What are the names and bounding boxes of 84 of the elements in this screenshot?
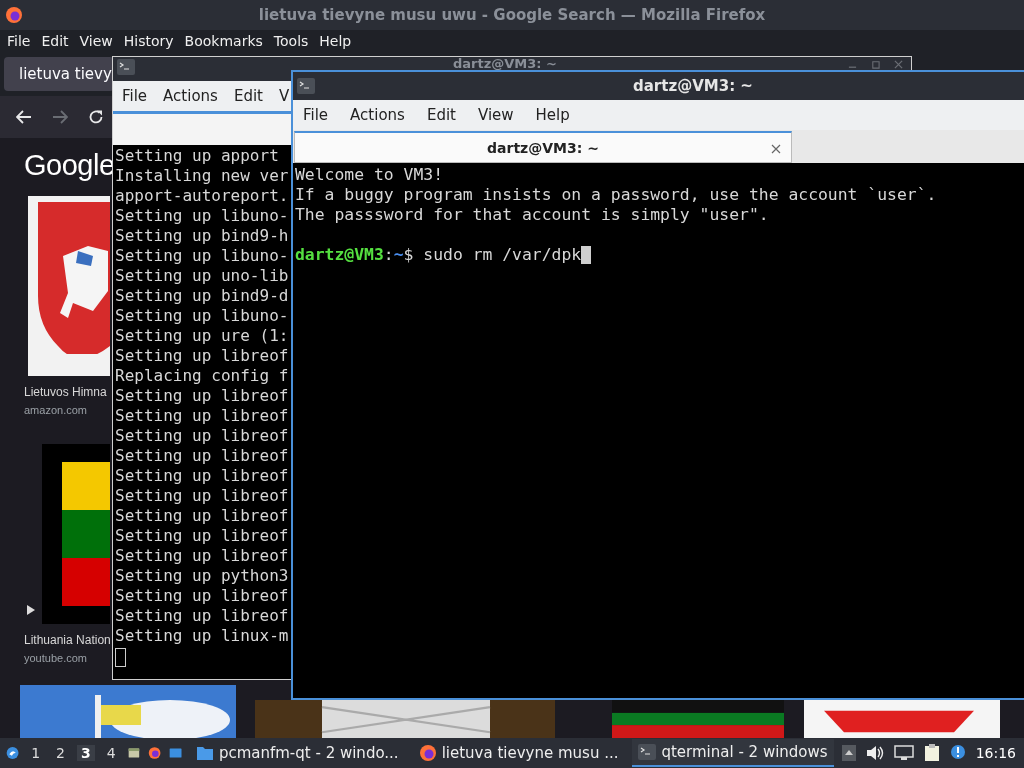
terminal-line: Setting up apport <box>115 146 279 166</box>
terminal-line: Setting up libreof <box>115 406 289 426</box>
workspace-button[interactable]: 4 <box>102 745 120 761</box>
terminal-line: Welcome to VM3! <box>295 165 444 185</box>
window-title: dartz@VM3: ~ <box>453 57 557 70</box>
prompt-user: dartz@VM3 <box>295 245 384 265</box>
terminal-line: Setting up bind9-h <box>115 226 289 246</box>
terminal-icon <box>297 78 315 94</box>
text-cursor <box>115 648 126 667</box>
terminal-line: Setting up libreof <box>115 386 289 406</box>
prompt-path: ~ <box>393 245 404 265</box>
terminal-line: Setting up ure (1: <box>115 326 289 346</box>
terminal-line: Setting up python3 <box>115 566 289 586</box>
play-icon[interactable] <box>26 604 36 616</box>
result-title[interactable]: Lietuvos Himna <box>24 385 107 399</box>
terminal-tab[interactable]: dartz@VM3: ~ <box>294 131 792 163</box>
text-cursor <box>581 246 592 264</box>
back-icon[interactable] <box>16 110 32 124</box>
firefox-icon <box>5 6 23 24</box>
taskbar-button[interactable]: pcmanfm-qt - 2 windo... <box>189 739 405 767</box>
window-title: lietuva tievyne musu uwu - Google Search — Mozilla Firefox <box>258 6 766 24</box>
menu-item[interactable]: View <box>79 33 113 49</box>
folder-icon <box>195 745 214 761</box>
menu-item[interactable]: Edit <box>426 106 456 124</box>
terminal-line: Setting up libreof <box>115 446 289 466</box>
menu-item[interactable]: Tools <box>273 33 309 49</box>
google-logo: Google <box>24 149 115 182</box>
reload-icon[interactable] <box>88 109 104 125</box>
terminal-line: Replacing config f <box>115 366 289 386</box>
terminal-line: Setting up libreof <box>115 506 289 526</box>
window-title: dartz@VM3: ~ <box>633 77 753 95</box>
terminal-line: Setting up libreof <box>115 466 289 486</box>
terminal-line: Setting up libuno- <box>115 306 289 326</box>
browser-tab[interactable]: lietuva tievy <box>4 57 114 91</box>
terminal-line: Setting up libuno- <box>115 246 289 266</box>
firefox-icon <box>418 744 437 762</box>
terminal-line: apport-autoreport. <box>115 186 289 206</box>
terminal-line: Setting up libreof <box>115 346 289 366</box>
terminal-line: Installing new ver <box>115 166 289 186</box>
clock: 16:16 <box>975 745 1016 761</box>
close-icon[interactable] <box>894 60 903 69</box>
terminal-line: Setting up uno-lib <box>115 266 289 286</box>
terminal-line: The passsword for that account is simply "user". <box>295 205 769 225</box>
terminal-line: Setting up libreof <box>115 486 289 506</box>
menu-item[interactable]: View <box>477 106 514 124</box>
notification-icon[interactable] <box>949 744 966 762</box>
menu-item[interactable]: V <box>278 87 290 105</box>
menu-item[interactable]: Bookmarks <box>184 33 263 49</box>
menu-item[interactable]: History <box>123 33 174 49</box>
menu-item[interactable]: Edit <box>41 33 69 49</box>
menu-item[interactable]: Actions <box>163 87 218 105</box>
network-icon[interactable] <box>893 745 914 761</box>
result-source: amazon.com <box>24 404 87 416</box>
terminal-line: Setting up libreof <box>115 426 289 446</box>
close-icon[interactable] <box>771 144 781 154</box>
menu-item[interactable]: File <box>122 87 148 105</box>
terminal-line: Setting up linux-m <box>115 626 289 646</box>
menu-item[interactable]: Help <box>319 33 352 49</box>
command-text: $ sudo rm /var/dpk <box>403 245 582 265</box>
result-source: youtube.com <box>24 652 87 664</box>
terminal-line: Setting up libreof <box>115 606 289 626</box>
terminal-line: If a buggy program insists on a password, use the account `user`. <box>295 185 937 205</box>
terminal-line: Setting up libreof <box>115 526 289 546</box>
clipboard-icon[interactable] <box>923 744 940 762</box>
terminal-icon <box>117 59 135 75</box>
terminal-icon <box>638 744 657 760</box>
menu-item[interactable]: File <box>303 106 329 124</box>
terminal-line: Setting up libreof <box>115 586 289 606</box>
terminal-line: Setting up libuno- <box>115 206 289 226</box>
terminal-line: Setting up libreof <box>115 546 289 566</box>
taskbar-button[interactable]: qterminal - 2 windows <box>632 739 834 767</box>
menu-item[interactable]: File <box>7 33 31 49</box>
forward-icon[interactable] <box>52 110 68 124</box>
prompt-separator: : <box>383 245 394 265</box>
volume-icon[interactable] <box>865 745 884 761</box>
menu-item[interactable]: Help <box>535 106 570 124</box>
workspace-button[interactable]: 3 <box>77 745 95 761</box>
menu-item[interactable]: Actions <box>350 106 405 124</box>
workspace-button[interactable]: 1 <box>27 745 45 761</box>
menu-item[interactable]: Edit <box>233 87 263 105</box>
workspace-button[interactable]: 2 <box>52 745 69 761</box>
taskbar-button[interactable]: lietuva tievyne musu ... <box>412 739 625 767</box>
result-title[interactable]: Lithuania Nation <box>24 633 111 647</box>
terminal-line: Setting up bind9-d <box>115 286 289 306</box>
